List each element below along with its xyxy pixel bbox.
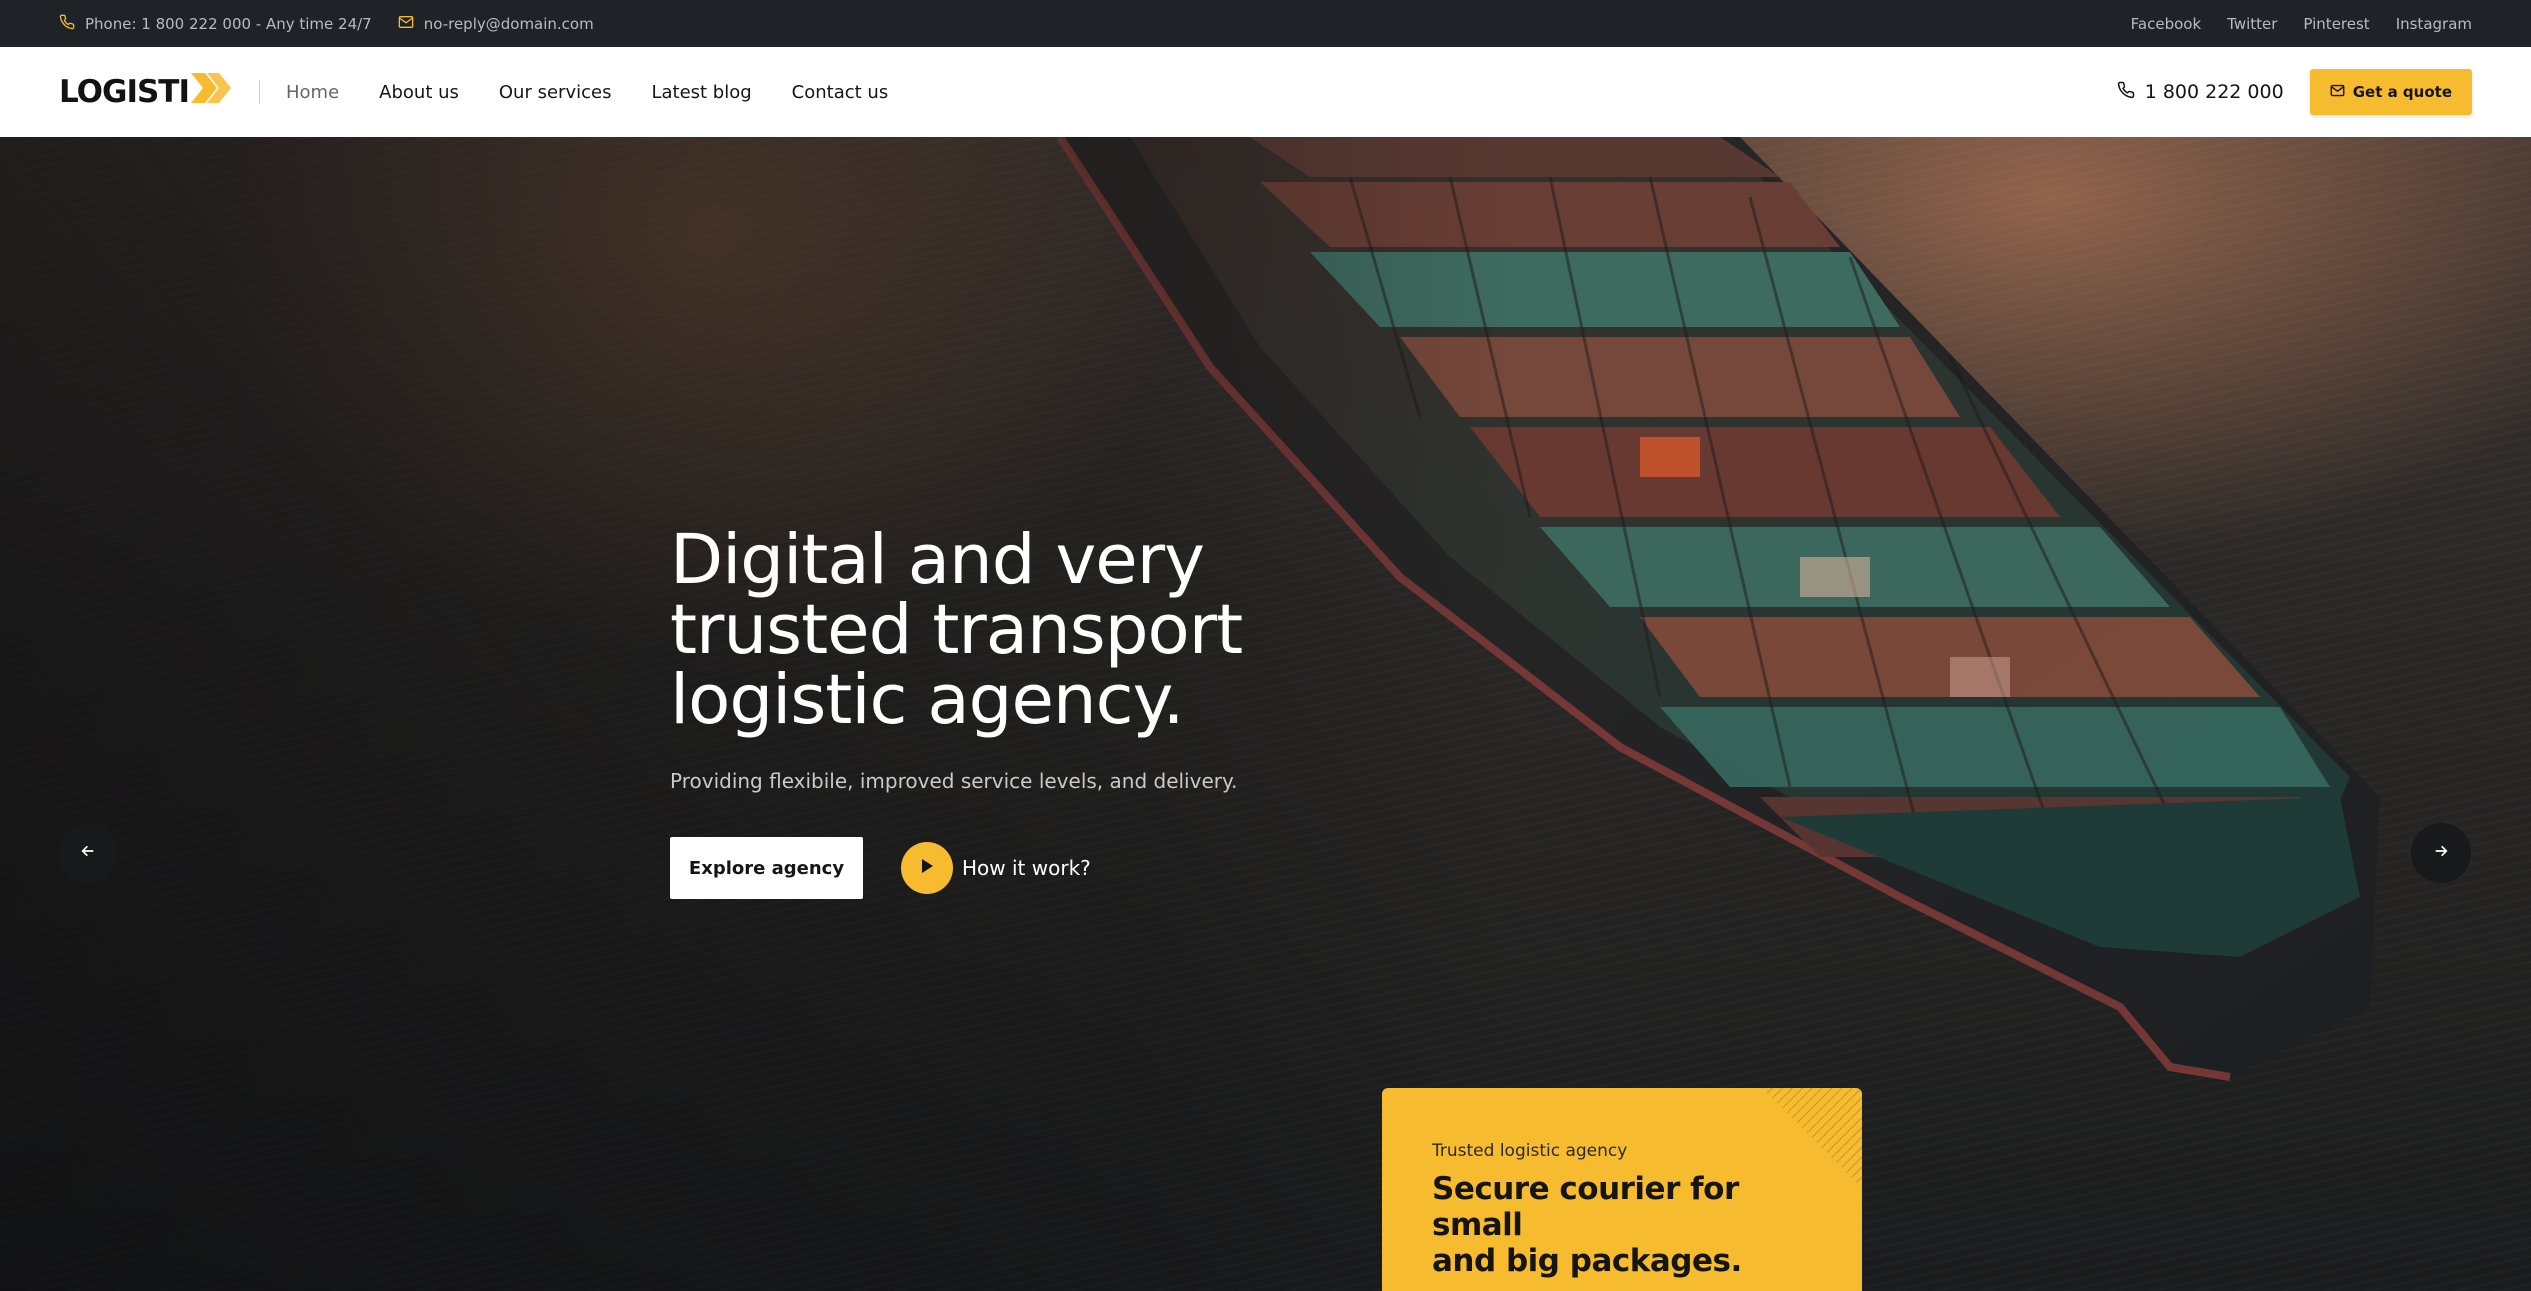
- hero-title: Digital and very trusted transport logis…: [670, 525, 1430, 735]
- hero-title-line: trusted transport: [670, 590, 1243, 670]
- hero-section: Digital and very trusted transport logis…: [0, 137, 2531, 1291]
- main-header: LOGISTI Home About us Our services Lates…: [0, 47, 2531, 137]
- social-links: Facebook Twitter Pinterest Instagram: [2105, 15, 2472, 33]
- hero-title-line: Digital and very: [670, 520, 1205, 600]
- top-bar-email-text[interactable]: no-reply@domain.com: [424, 15, 594, 33]
- mail-icon: [2330, 83, 2353, 101]
- play-icon: [920, 858, 934, 878]
- hero-actions: Explore agency How it work?: [670, 837, 1430, 899]
- top-bar-email[interactable]: no-reply@domain.com: [398, 15, 594, 33]
- mail-icon: [398, 15, 424, 33]
- hero-subtitle: Providing flexibile, improved service le…: [670, 769, 1238, 793]
- get-a-quote-button[interactable]: Get a quote: [2309, 69, 2472, 115]
- header-phone[interactable]: 1 800 222 000: [2117, 81, 2284, 104]
- how-it-work-link[interactable]: How it work?: [901, 842, 1091, 894]
- phone-icon: [2117, 81, 2145, 104]
- explore-agency-button[interactable]: Explore agency: [670, 837, 863, 899]
- social-link-facebook[interactable]: Facebook: [2131, 15, 2201, 33]
- slider-prev-button[interactable]: [58, 823, 118, 883]
- arrow-left-icon: [80, 843, 96, 863]
- top-bar: Phone: 1 800 222 000 - Any time 24/7 no-…: [0, 0, 2531, 47]
- slider-next-button[interactable]: [2411, 823, 2471, 883]
- play-button[interactable]: [901, 842, 953, 894]
- header-divider: [259, 80, 260, 104]
- card-title-line: and big packages.: [1432, 1243, 1742, 1279]
- logo-chevron-icon: [189, 73, 235, 111]
- card-title: Secure courier for small and big package…: [1432, 1171, 1812, 1279]
- top-bar-phone-text: Phone: 1 800 222 000 - Any time 24/7: [85, 14, 372, 33]
- top-bar-phone: Phone: 1 800 222 000 - Any time 24/7: [59, 14, 372, 34]
- logo[interactable]: LOGISTI: [59, 73, 235, 111]
- feature-card: Trusted logistic agency Secure courier f…: [1382, 1088, 1862, 1291]
- nav-item-home[interactable]: Home: [286, 82, 339, 103]
- nav-item-our-services[interactable]: Our services: [499, 82, 612, 103]
- phone-icon: [59, 14, 85, 34]
- social-link-instagram[interactable]: Instagram: [2396, 15, 2472, 33]
- header-phone-number: 1 800 222 000: [2144, 81, 2284, 103]
- nav-item-about-us[interactable]: About us: [379, 82, 459, 103]
- top-bar-contact: Phone: 1 800 222 000 - Any time 24/7 no-…: [59, 14, 620, 34]
- card-eyebrow: Trusted logistic agency: [1432, 1141, 1628, 1161]
- main-nav: Home About us Our services Latest blog C…: [286, 82, 928, 103]
- hero-title-line: logistic agency.: [670, 660, 1185, 740]
- card-title-line: Secure courier for small: [1432, 1171, 1739, 1243]
- nav-item-latest-blog[interactable]: Latest blog: [651, 82, 751, 103]
- get-a-quote-label: Get a quote: [2352, 83, 2452, 101]
- nav-item-contact-us[interactable]: Contact us: [792, 82, 889, 103]
- social-link-pinterest[interactable]: Pinterest: [2303, 15, 2369, 33]
- logo-text: LOGISTI: [59, 74, 190, 110]
- arrow-right-icon: [2433, 843, 2449, 863]
- hero-content: Digital and very trusted transport logis…: [670, 525, 1430, 899]
- how-it-work-label: How it work?: [962, 856, 1091, 880]
- social-link-twitter[interactable]: Twitter: [2227, 15, 2277, 33]
